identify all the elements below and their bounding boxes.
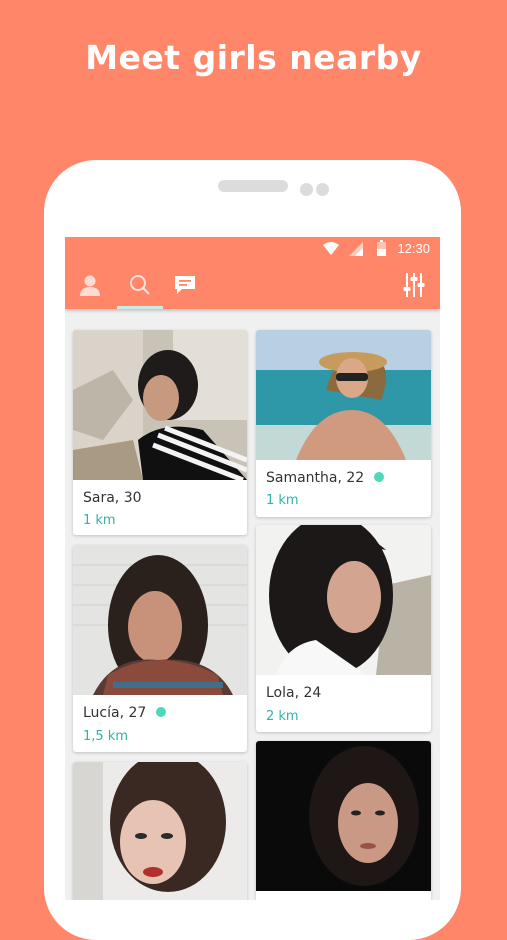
filter-button[interactable] — [394, 261, 434, 309]
profile-name: Samantha, 22 — [266, 470, 385, 486]
phone-sensor — [300, 183, 313, 196]
profile-name: Lola, 24 — [266, 685, 322, 701]
phone-speaker — [218, 180, 288, 192]
profile-photo — [256, 525, 431, 675]
profile-distance: 2 km — [266, 709, 299, 724]
profile-card[interactable] — [256, 741, 431, 900]
profile-card[interactable]: Samantha, 22 1 km — [256, 330, 431, 517]
profile-card[interactable]: Sara, 30 1 km — [73, 330, 247, 535]
online-indicator — [374, 472, 385, 482]
search-icon — [130, 275, 150, 295]
signal-icon — [349, 242, 363, 256]
chat-icon — [175, 276, 195, 294]
phone-camera — [316, 183, 329, 196]
profile-card[interactable]: Lucía, 27 1,5 km — [73, 545, 247, 752]
wifi-icon — [323, 242, 339, 255]
profile-photo — [256, 741, 431, 891]
app-screen: 12:30 Sara, 30 1 km Samantha, 22 1 km Lu… — [65, 237, 440, 900]
online-indicator — [156, 707, 167, 717]
profile-name: Lucía, 27 — [83, 705, 167, 721]
profile-distance: 1 km — [83, 513, 116, 528]
active-tab-indicator — [117, 306, 163, 309]
promo-headline: Meet girls nearby — [85, 38, 422, 77]
filter-sliders-icon — [403, 273, 425, 297]
tab-chat[interactable] — [163, 261, 207, 309]
tab-profile[interactable] — [68, 261, 112, 309]
profile-icon — [80, 275, 100, 296]
profile-photo — [256, 330, 431, 460]
tab-search[interactable] — [118, 261, 162, 309]
profile-card[interactable]: Lola, 24 2 km — [256, 525, 431, 732]
status-bar: 12:30 — [65, 237, 440, 261]
profile-distance: 1 km — [266, 493, 299, 508]
profile-photo — [73, 762, 247, 900]
app-toolbar — [65, 261, 440, 309]
profile-photo — [73, 545, 247, 695]
profile-photo — [73, 330, 247, 480]
profile-card[interactable] — [73, 762, 247, 900]
status-time: 12:30 — [397, 241, 430, 256]
profile-distance: 1,5 km — [83, 729, 128, 744]
battery-icon — [377, 240, 386, 256]
profile-name: Sara, 30 — [83, 490, 142, 506]
